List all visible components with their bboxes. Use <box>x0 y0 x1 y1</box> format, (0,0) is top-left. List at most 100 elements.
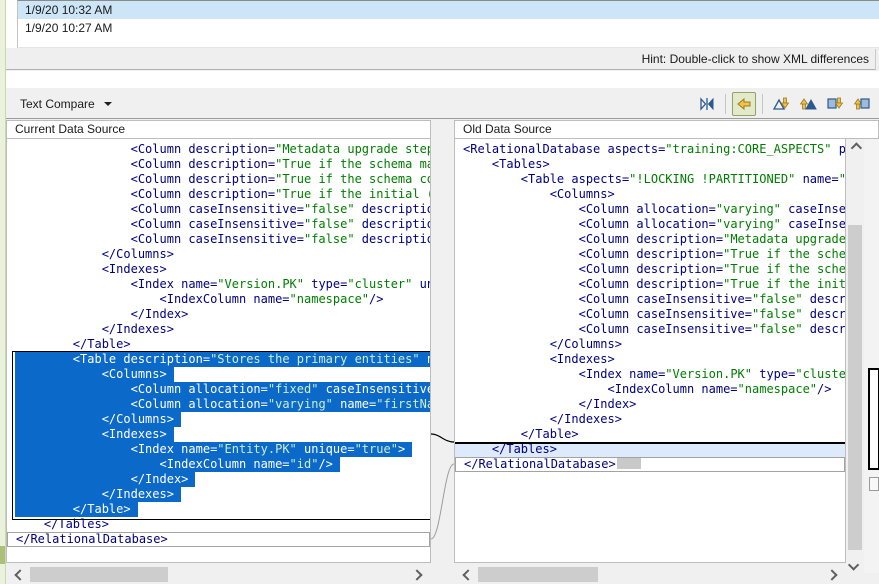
right-horizontal-scrollbar-thumb[interactable] <box>478 567 598 582</box>
swap-view-icon <box>699 96 715 112</box>
right-horizontal-scrollbar[interactable] <box>454 566 846 583</box>
code-line[interactable]: <Index name="Version.PK" type="cluster" … <box>7 277 430 292</box>
code-line[interactable]: <Index name="Entity.PK" unique="true"> <box>7 442 430 457</box>
code-line[interactable]: <Column description="True if the schema … <box>455 247 845 262</box>
code-line[interactable]: <Column description="Metadata upgrade st… <box>7 142 430 157</box>
compare-mode-dropdown[interactable]: Text Compare <box>15 93 117 114</box>
left-horizontal-scrollbar-thumb[interactable] <box>30 567 168 582</box>
code-line[interactable]: <Table aspects="!LOCKING !PARTITIONED" n… <box>455 172 845 187</box>
section-gap <box>6 71 879 88</box>
code-line[interactable]: <Column allocation="varying" caseInsensi… <box>455 202 845 217</box>
toolbar-icons <box>695 92 874 116</box>
code-line[interactable]: </Columns> <box>7 247 430 262</box>
code-line[interactable]: </Columns> <box>7 412 430 427</box>
toolbar-separator <box>725 94 726 114</box>
compare-toolbar: Text Compare <box>6 88 879 119</box>
code-line[interactable]: <Column caseInsensitive="false" descript… <box>455 292 845 307</box>
code-line[interactable]: <IndexColumn name="namespace"/> <box>7 292 430 307</box>
code-line[interactable]: <Column caseInsensitive="false" descript… <box>7 202 430 217</box>
code-line[interactable]: </Columns> <box>455 337 845 352</box>
code-line[interactable]: </Table> <box>7 337 430 352</box>
previous-difference-icon <box>799 96 817 112</box>
code-line[interactable]: <IndexColumn name="namespace"/> <box>455 382 845 397</box>
code-line[interactable]: <RelationalDatabase aspects="training:CO… <box>455 142 845 157</box>
chevron-right-icon <box>411 569 422 580</box>
scroll-right-button[interactable] <box>824 566 840 583</box>
code-line[interactable]: <Column description="True if the initial… <box>7 187 430 202</box>
overview-ruler <box>864 139 879 573</box>
code-line[interactable]: </Index> <box>7 307 430 322</box>
code-line[interactable]: </RelationalDatabase> <box>455 457 845 472</box>
code-line[interactable]: <Table description="Stores the primary e… <box>7 352 430 367</box>
code-line[interactable]: </Index> <box>455 397 845 412</box>
code-line[interactable]: <Tables> <box>455 157 845 172</box>
code-line[interactable]: <Indexes> <box>455 352 845 367</box>
compare-editor-window: 1/9/20 10:32 AM 1/9/20 10:27 AM Hint: Do… <box>0 0 879 584</box>
compare-mode-label: Text Compare <box>20 97 95 111</box>
code-line[interactable]: <Indexes> <box>7 427 430 442</box>
copy-all-right-to-left-button[interactable] <box>732 92 756 116</box>
code-line[interactable]: <Column caseInsensitive="false" descript… <box>455 307 845 322</box>
code-line[interactable]: </Table> <box>7 502 430 517</box>
chevron-down-icon <box>104 102 112 106</box>
scroll-right-button[interactable] <box>409 566 425 583</box>
chevron-down-icon <box>848 559 859 570</box>
left-code[interactable]: <Column description="Metadata upgrade st… <box>6 139 431 563</box>
current-diff-marker[interactable] <box>868 368 879 470</box>
swap-view-button[interactable] <box>695 92 719 116</box>
code-line[interactable]: </Tables> <box>7 517 430 532</box>
code-line[interactable]: <Indexes> <box>7 262 430 277</box>
code-line[interactable]: <Column description="True if the schema … <box>7 172 430 187</box>
code-line[interactable]: <Column description="True if the initial… <box>455 277 845 292</box>
history-list: 1/9/20 10:32 AM 1/9/20 10:27 AM <box>17 0 879 48</box>
next-change-button[interactable] <box>823 92 847 116</box>
code-line[interactable]: <Columns> <box>455 187 845 202</box>
toolbar-separator <box>762 94 763 114</box>
code-line[interactable]: <Column caseInsensitive="false" descript… <box>7 232 430 247</box>
code-line[interactable]: <IndexColumn name="id"/> <box>7 457 430 472</box>
right-code[interactable]: <RelationalDatabase aspects="training:CO… <box>454 139 846 563</box>
next-difference-button[interactable] <box>769 92 793 116</box>
scroll-left-button[interactable] <box>12 566 28 583</box>
previous-difference-button[interactable] <box>796 92 820 116</box>
code-line[interactable]: </Tables> <box>455 442 845 457</box>
history-row[interactable]: 1/9/20 10:27 AM <box>18 19 879 37</box>
vertical-scrollbar[interactable] <box>846 139 864 573</box>
copy-all-right-to-left-icon <box>736 96 752 112</box>
code-line[interactable]: <Column allocation="varying" caseInsensi… <box>455 217 845 232</box>
next-change-icon <box>826 96 844 112</box>
history-row[interactable]: 1/9/20 10:32 AM <box>18 1 879 19</box>
code-line[interactable]: </Table> <box>455 427 845 442</box>
code-line[interactable]: <Index name="Version.PK" type="cluster" … <box>455 367 845 382</box>
scroll-up-button[interactable] <box>846 139 864 156</box>
code-line[interactable]: <Column description="True if the schema … <box>455 262 845 277</box>
code-line[interactable]: </Index> <box>7 472 430 487</box>
code-line[interactable]: <Column description="Metadata upgrade st… <box>455 232 845 247</box>
vertical-scrollbar-thumb[interactable] <box>848 225 862 550</box>
code-line[interactable]: </Indexes> <box>455 412 845 427</box>
code-line[interactable]: </Indexes> <box>7 322 430 337</box>
chevron-left-icon <box>462 569 473 580</box>
right-pane-title: Old Data Source <box>454 120 879 139</box>
code-line[interactable]: </Indexes> <box>7 487 430 502</box>
next-difference-icon <box>772 96 790 112</box>
code-line[interactable]: <Column caseInsensitive="false" descript… <box>7 217 430 232</box>
chevron-up-icon <box>851 142 862 153</box>
chevron-left-icon <box>14 569 25 580</box>
scroll-left-button[interactable] <box>460 566 476 583</box>
code-line[interactable]: </RelationalDatabase> <box>7 532 430 547</box>
scroll-down-button[interactable] <box>846 556 864 573</box>
code-line[interactable]: <Column allocation="varying" name="first… <box>7 397 430 412</box>
code-line[interactable]: <Columns> <box>7 367 430 382</box>
left-horizontal-scrollbar[interactable] <box>6 566 431 583</box>
hint-bar: Hint: Double-click to show XML differenc… <box>6 49 876 70</box>
previous-change-button[interactable] <box>850 92 874 116</box>
left-pane-title: Current Data Source <box>6 120 431 139</box>
diff-connector-lines <box>431 139 454 563</box>
code-line[interactable]: <Column description="True if the schema … <box>7 157 430 172</box>
history-section: 1/9/20 10:32 AM 1/9/20 10:27 AM <box>6 0 879 48</box>
left-edge-change-marker[interactable] <box>0 546 5 564</box>
code-line[interactable]: <Column caseInsensitive="false" descript… <box>455 322 845 337</box>
code-line[interactable]: <Column allocation="fixed" caseInsensiti… <box>7 382 430 397</box>
diff-marker[interactable] <box>869 477 879 491</box>
